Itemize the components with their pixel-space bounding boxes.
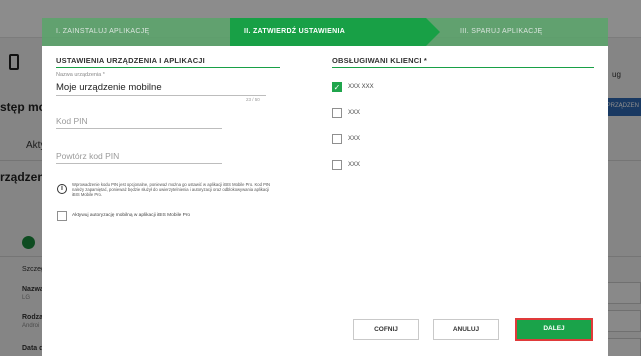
- device-name-counter: 23 / 50: [246, 97, 260, 102]
- supported-clients-title: OBSŁUGIWANI KLIENCI *: [332, 56, 428, 65]
- mobile-authorization-label: Aktywuj autoryzację mobilną w aplikacji …: [72, 213, 191, 218]
- step-install-app: I. ZAINSTALUJ APLIKACJĘ: [42, 18, 230, 46]
- device-name-input[interactable]: Moje urządzenie mobilne: [56, 82, 162, 93]
- device-name-label: Nazwa urządzenia *: [56, 72, 105, 78]
- client-label-4: XXX: [348, 162, 361, 168]
- step-confirm-settings: II. ZATWIERDŹ USTAWIENIA: [230, 18, 440, 46]
- device-settings-rule: [56, 67, 280, 68]
- settings-dialog: USTAWIENIA URZĄDZENIA I APLIKACJI Nazwa …: [42, 46, 608, 356]
- cancel-button[interactable]: ANULUJ: [433, 319, 499, 340]
- client-checkbox-4[interactable]: [332, 160, 342, 170]
- info-icon: i: [57, 184, 67, 194]
- pin-underline: [56, 128, 222, 129]
- client-checkbox-2[interactable]: [332, 108, 342, 118]
- back-button[interactable]: COFNIJ: [353, 319, 419, 340]
- step-pair-app: III. SPARUJ APLIKACJĘ: [426, 18, 608, 46]
- client-checkbox-3[interactable]: [332, 134, 342, 144]
- wizard-stepper: I. ZAINSTALUJ APLIKACJĘ III. SPARUJ APLI…: [42, 18, 608, 46]
- pin-repeat-input[interactable]: Powtórz kod PIN: [56, 151, 119, 161]
- device-settings-title: USTAWIENIA URZĄDZENIA I APLIKACJI: [56, 56, 205, 65]
- client-label-1: XXX XXX: [348, 84, 374, 90]
- pin-input[interactable]: Kod PIN: [56, 116, 88, 126]
- device-name-underline: [56, 95, 266, 96]
- pin-repeat-underline: [56, 163, 222, 164]
- supported-clients-rule: [332, 67, 594, 68]
- pin-info-text: Wprowadzenie kodu PIN jest opcjonalne, p…: [72, 182, 271, 198]
- next-button[interactable]: DALEJ: [515, 318, 593, 341]
- client-label-2: XXX: [348, 110, 361, 116]
- mobile-authorization-checkbox[interactable]: [57, 211, 67, 221]
- client-label-3: XXX: [348, 136, 361, 142]
- client-checkbox-1[interactable]: ✓: [332, 82, 342, 92]
